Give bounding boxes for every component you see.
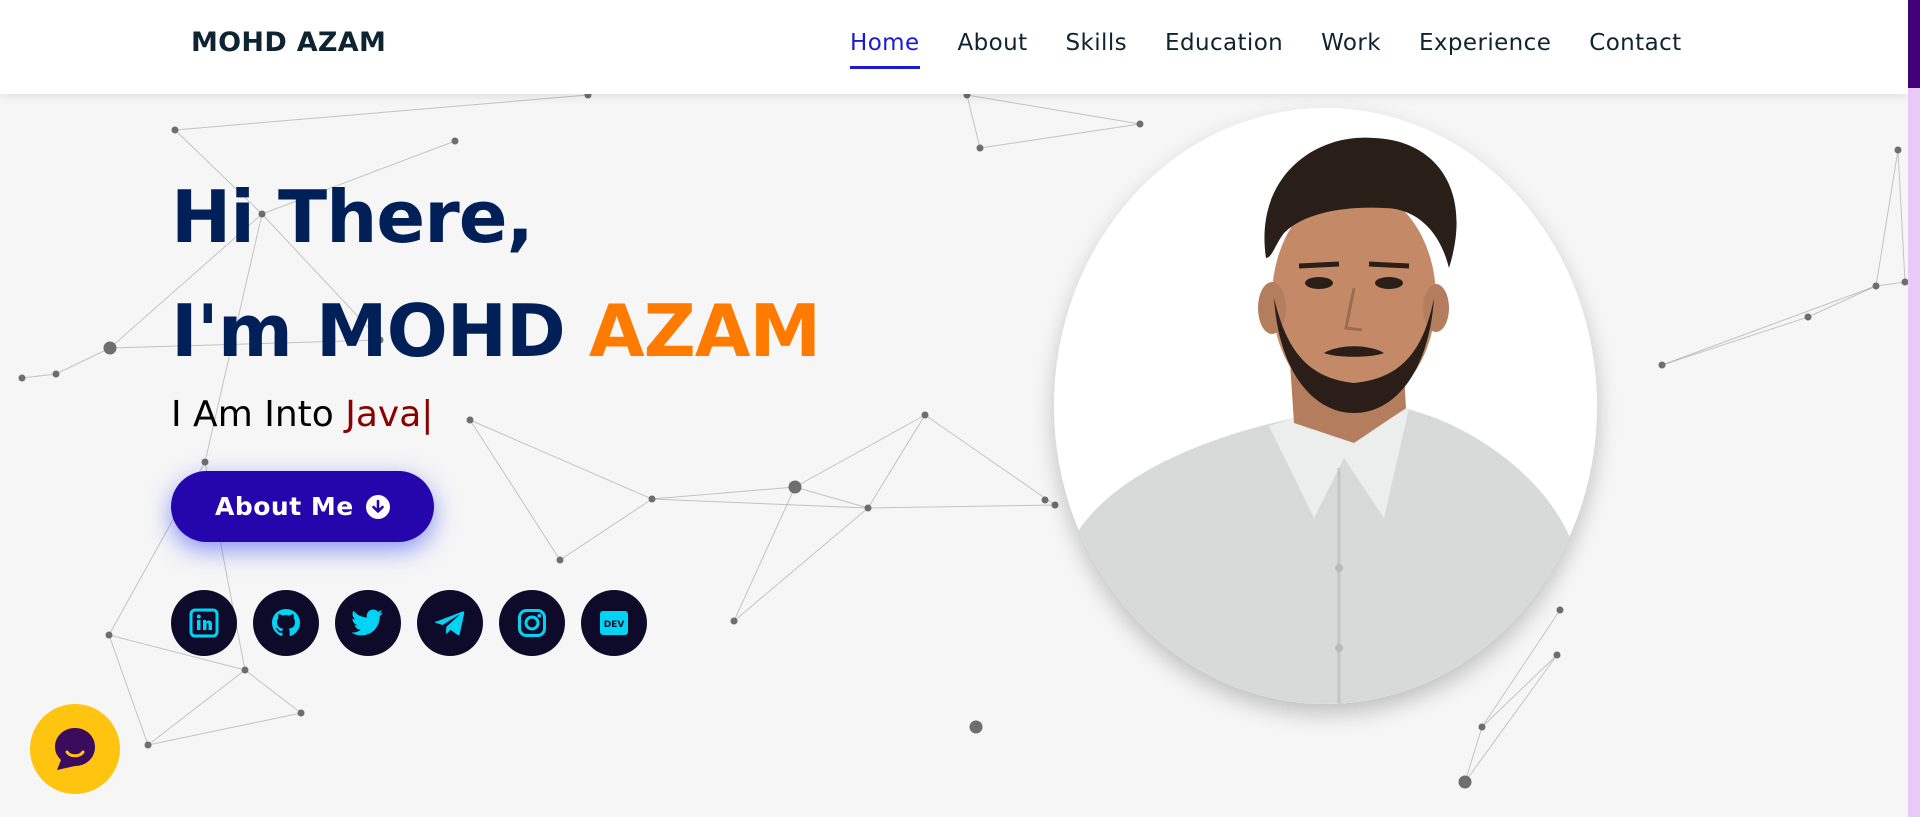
hero-section: Hi There, I'm MOHD AZAM I Am Into Java| … (171, 160, 821, 656)
particle-dot (105, 631, 113, 639)
particle-dot (969, 720, 983, 734)
particle-link (1481, 654, 1558, 728)
particle-dot (1478, 723, 1486, 731)
typing-line: I Am Into Java| (171, 394, 820, 435)
particle-link (867, 414, 926, 509)
particle-link (1464, 654, 1558, 783)
page-scrollbar[interactable] (1908, 0, 1920, 817)
chat-bubble-icon (55, 728, 95, 770)
particle-dot (1041, 496, 1049, 504)
particle-link (1875, 281, 1906, 287)
social-links: DEV (171, 590, 820, 656)
hero-greeting: Hi There, (171, 175, 534, 259)
particle-dot (18, 374, 26, 382)
particle-dot (976, 144, 984, 152)
particle-dot (1553, 651, 1561, 659)
linkedin-icon (189, 608, 219, 638)
particle-dot (1872, 282, 1880, 290)
particle-dot (451, 137, 459, 145)
instagram-icon (518, 609, 546, 637)
particle-dot (1804, 313, 1812, 321)
particle-link (979, 123, 1141, 149)
particle-dot (1051, 501, 1059, 509)
telegram-icon (435, 611, 465, 636)
particle-dot (1658, 361, 1666, 369)
instagram-link[interactable] (499, 590, 565, 656)
typing-cursor: | (421, 394, 434, 435)
nav-contact[interactable]: Contact (1589, 30, 1681, 69)
arrow-down-circle-icon (365, 494, 390, 519)
particle-dot (103, 341, 117, 355)
nav-work[interactable]: Work (1321, 30, 1381, 69)
scrollbar-thumb[interactable] (1908, 0, 1920, 88)
nav-experience[interactable]: Experience (1419, 30, 1551, 69)
particle-dot (921, 411, 929, 419)
nav-about[interactable]: About (958, 30, 1028, 69)
site-header: MOHD AZAM Home About Skills Education Wo… (0, 0, 1908, 94)
intro-prefix: I'm MOHD (171, 289, 589, 373)
particle-dot (1136, 120, 1144, 128)
typed-word: Java (345, 394, 422, 435)
particle-dot (144, 741, 152, 749)
twitter-icon (352, 609, 383, 636)
particle-link (1897, 149, 1906, 283)
about-me-label: About Me (215, 492, 354, 521)
telegram-link[interactable] (417, 590, 483, 656)
particle-link (55, 347, 111, 375)
about-me-button[interactable]: About Me (171, 471, 434, 542)
particle-link (1807, 285, 1877, 318)
github-icon (272, 609, 300, 636)
main-nav: Home About Skills Education Work Experie… (850, 30, 1720, 69)
particle-link (244, 669, 302, 714)
particle-link (21, 373, 57, 379)
particle-link (1875, 149, 1899, 287)
particle-link (1464, 726, 1483, 783)
github-link[interactable] (253, 590, 319, 656)
particle-link (174, 94, 589, 131)
dev-link[interactable]: DEV (581, 590, 647, 656)
hero-intro: I'm MOHD AZAM (171, 274, 821, 388)
particle-link (867, 504, 1056, 509)
particle-link (966, 94, 1141, 125)
nav-skills[interactable]: Skills (1066, 30, 1127, 69)
particle-dot (864, 504, 872, 512)
chat-widget-button[interactable] (30, 704, 120, 794)
site-logo[interactable]: MOHD AZAM (191, 27, 386, 58)
typing-prefix: I Am Into (171, 394, 346, 435)
particle-link (1661, 285, 1877, 366)
particle-dot (1458, 775, 1472, 789)
particle-dot (241, 666, 249, 674)
person-portrait-icon (1054, 108, 1597, 704)
particle-dot (297, 709, 305, 717)
particle-dot (52, 370, 60, 378)
particle-link (924, 414, 1056, 506)
nav-education[interactable]: Education (1165, 30, 1283, 69)
dev-icon: DEV (600, 611, 628, 635)
particle-link (147, 712, 302, 746)
dev-icon-text: DEV (604, 620, 625, 630)
nav-home[interactable]: Home (850, 30, 920, 69)
particle-dot (171, 126, 179, 134)
twitter-link[interactable] (335, 590, 401, 656)
particle-dot (1556, 606, 1564, 614)
intro-highlight-name: AZAM (588, 289, 821, 373)
profile-photo (1054, 108, 1597, 704)
particle-link (966, 94, 981, 149)
particle-link (147, 669, 246, 746)
particle-link (1661, 316, 1809, 366)
linkedin-link[interactable] (171, 590, 237, 656)
particle-dot (1894, 146, 1902, 154)
